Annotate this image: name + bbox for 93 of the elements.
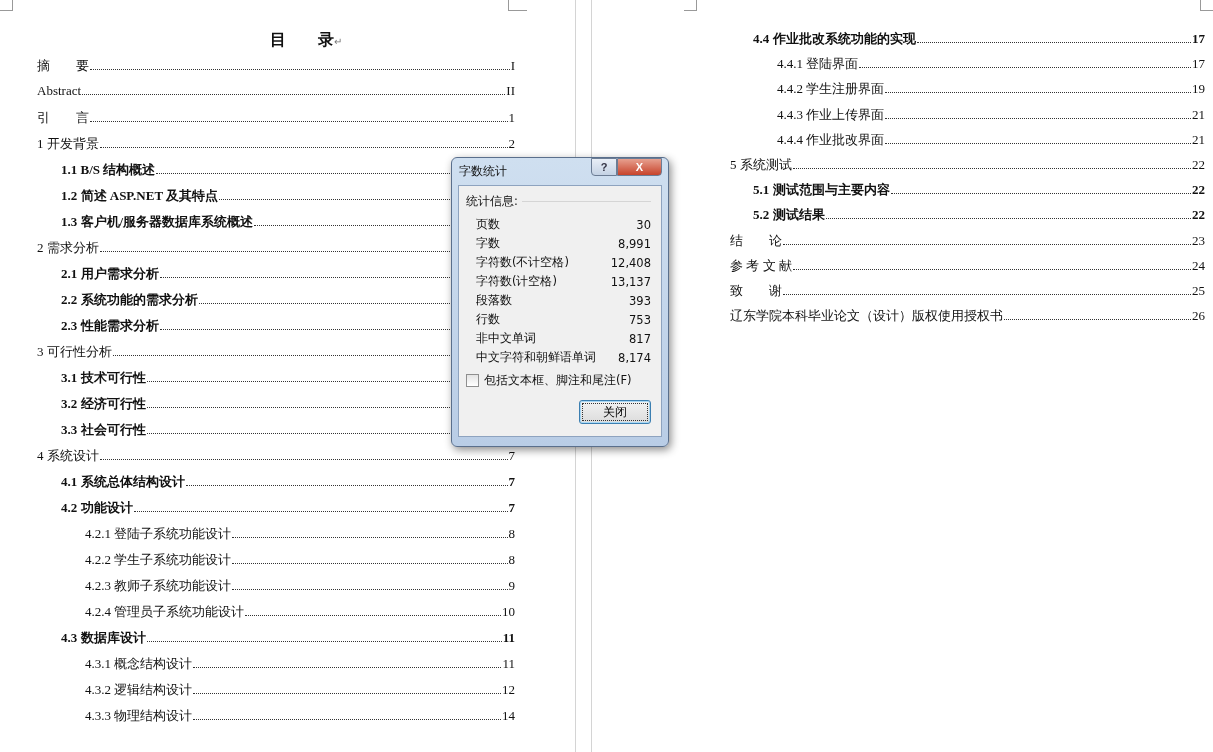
toc-entry: 1 开发背景 bbox=[37, 135, 99, 153]
toc-entry: 1.3 客户机/服务器数据库系统概述 bbox=[61, 213, 254, 231]
page-number: 19 bbox=[1192, 81, 1205, 98]
toc-entry: 5 系统测试 bbox=[730, 155, 792, 174]
stat-value: 8,174 bbox=[618, 350, 651, 365]
page-number: 22 bbox=[1192, 156, 1205, 173]
toc-entry: 4.2 功能设计 bbox=[61, 499, 133, 517]
toc-entry: 1.1 B/S 结构概述 bbox=[61, 161, 156, 179]
checkbox[interactable] bbox=[466, 374, 479, 387]
toc-entry: Abstract bbox=[37, 83, 82, 99]
stat-label: 字数 bbox=[476, 236, 500, 251]
page-number: 25 bbox=[1192, 282, 1205, 299]
paragraph-mark: ↵ bbox=[334, 36, 342, 47]
page-number: 7 bbox=[508, 500, 515, 516]
toc-entry: 2.2 系统功能的需求分析 bbox=[61, 291, 198, 309]
stat-value: 393 bbox=[629, 293, 651, 308]
page-number: I bbox=[510, 58, 515, 74]
dialog-title: 字数统计 bbox=[459, 164, 507, 179]
toc-entry: 4.4.4 作业批改界面 bbox=[777, 130, 885, 149]
toc-entry: 1.2 简述 ASP.NET 及其特点 bbox=[61, 187, 219, 205]
stat-value: 817 bbox=[629, 331, 651, 346]
stat-value: 753 bbox=[629, 312, 651, 327]
page-number: 11 bbox=[502, 630, 515, 646]
toc-entry: 4.2.4 管理员子系统功能设计 bbox=[85, 603, 245, 621]
toc-entry: 3.1 技术可行性 bbox=[61, 369, 146, 387]
toc-entry: 3.3 社会可行性 bbox=[61, 421, 146, 439]
page-number: II bbox=[506, 83, 515, 99]
toc-entry: 4.4.1 登陆界面 bbox=[777, 55, 859, 74]
page-number: 24 bbox=[1192, 257, 1205, 274]
toc-entry: 4.4.2 学生注册界面 bbox=[777, 80, 885, 99]
corner-mark bbox=[508, 0, 527, 11]
toc-entry: 4.1 系统总体结构设计 bbox=[61, 473, 185, 491]
page-number: 2 bbox=[508, 136, 515, 152]
stat-label: 字符数(计空格) bbox=[476, 274, 557, 289]
toc-entry: 参 考 文 献 bbox=[730, 256, 792, 275]
toc-entry: 致 谢 bbox=[730, 281, 782, 300]
toc-entry: 4.4 作业批改系统功能的实现 bbox=[753, 30, 916, 48]
stat-label: 非中文单词 bbox=[476, 331, 536, 346]
page-number: 12 bbox=[502, 682, 515, 698]
toc-entry: 4.3.2 逻辑结构设计 bbox=[85, 681, 193, 699]
corner-mark bbox=[1200, 0, 1213, 11]
toc-entry: 辽东学院本科毕业论文（设计）版权使用授权书 bbox=[730, 307, 1003, 326]
toc-entry: 4.3.1 概念结构设计 bbox=[85, 655, 193, 673]
toc-entry: 3.2 经济可行性 bbox=[61, 395, 146, 413]
toc-entry: 4.4.3 作业上传界面 bbox=[777, 105, 885, 124]
page-number: 7 bbox=[508, 448, 515, 464]
stat-label: 页数 bbox=[476, 217, 500, 232]
page-number: 22 bbox=[1192, 182, 1205, 199]
toc-entry: 4.3 数据库设计 bbox=[61, 629, 146, 647]
page-number: 7 bbox=[508, 474, 515, 490]
toc-entry: 2.3 性能需求分析 bbox=[61, 317, 159, 335]
toc-entry: 摘 要 bbox=[37, 57, 89, 75]
page-number: 26 bbox=[1192, 308, 1205, 325]
page-number: 9 bbox=[508, 578, 515, 594]
toc-entry: 4.2.3 教师子系统功能设计 bbox=[85, 577, 232, 595]
stat-value: 13,137 bbox=[610, 274, 651, 289]
toc-entry: 引 言 bbox=[37, 109, 89, 127]
toc-entry: 4 系统设计 bbox=[37, 447, 99, 465]
toc-entry: 4.2.2 学生子系统功能设计 bbox=[85, 551, 232, 569]
toc-entry: 4.2.1 登陆子系统功能设计 bbox=[85, 525, 232, 543]
corner-mark bbox=[684, 0, 697, 11]
stat-label: 段落数 bbox=[476, 293, 512, 308]
page-number: 23 bbox=[1192, 232, 1205, 249]
page-number: 21 bbox=[1192, 131, 1205, 148]
stat-value: 30 bbox=[636, 217, 651, 232]
page-number: 22 bbox=[1192, 207, 1205, 224]
stat-value: 8,991 bbox=[618, 236, 651, 251]
page-number: 17 bbox=[1192, 56, 1205, 73]
page-number: 11 bbox=[502, 656, 515, 672]
page-number: 8 bbox=[508, 526, 515, 542]
toc-title: 目 录 bbox=[270, 31, 334, 48]
toc-entry: 4.3.3 物理结构设计 bbox=[85, 707, 193, 725]
stat-label: 字符数(不计空格) bbox=[476, 255, 569, 270]
page-number: 10 bbox=[502, 604, 515, 620]
page-number: 21 bbox=[1192, 106, 1205, 123]
help-button[interactable]: ? bbox=[591, 158, 617, 176]
toc-entry: 结 论 bbox=[730, 231, 782, 250]
close-dialog-button[interactable]: 关闭 bbox=[579, 400, 651, 424]
corner-mark bbox=[0, 0, 13, 11]
toc-entry: 2 需求分析 bbox=[37, 239, 99, 257]
page-number: 8 bbox=[508, 552, 515, 568]
stat-label: 中文字符和朝鲜语单词 bbox=[476, 350, 596, 365]
stat-value: 12,408 bbox=[610, 255, 651, 270]
page-number: 1 bbox=[508, 110, 515, 126]
page-number: 17 bbox=[1192, 31, 1205, 47]
group-label: 统计信息: bbox=[466, 194, 518, 209]
checkbox-label[interactable]: 包括文本框、脚注和尾注(F) bbox=[484, 373, 632, 388]
toc-entry: 5.2 测试结果 bbox=[753, 206, 825, 225]
stat-label: 行数 bbox=[476, 312, 500, 327]
page-number: 14 bbox=[502, 708, 515, 724]
toc-entry: 3 可行性分析 bbox=[37, 343, 112, 361]
toc-entry: 2.1 用户需求分析 bbox=[61, 265, 159, 283]
toc-entry: 5.1 测试范围与主要内容 bbox=[753, 181, 890, 200]
